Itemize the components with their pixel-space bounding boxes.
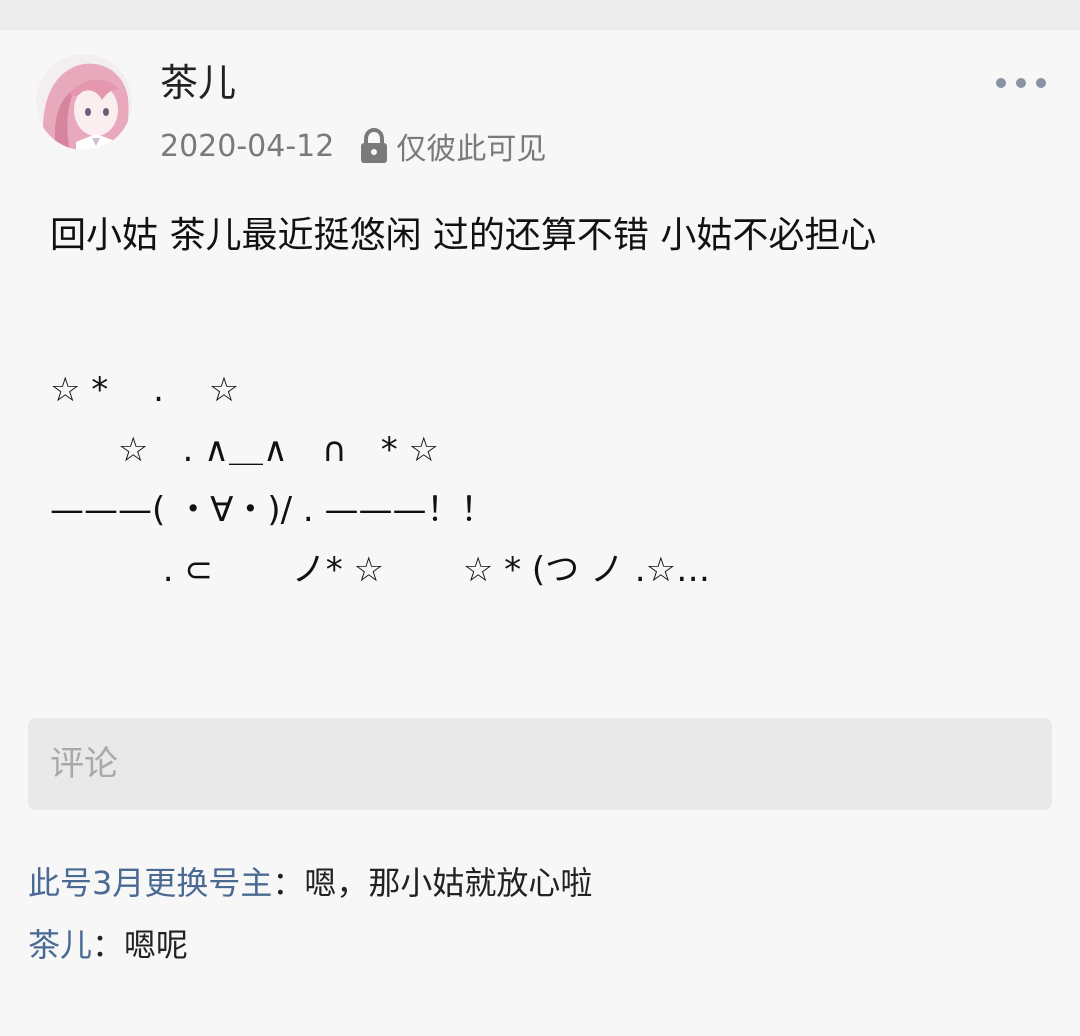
comment-item[interactable]: 此号3月更换号主：嗯，那小姑就放心啦 (28, 852, 1052, 914)
post-kaomoji: ☆ * . ☆ ☆ . ∧＿∧ ∩ * ☆ ———( ・∀・)/ . ———！！ … (50, 360, 710, 600)
top-strip (0, 0, 1080, 30)
more-dot (1036, 78, 1046, 88)
post-date: 2020-04-12 (160, 128, 335, 164)
kaomoji-line: ☆ * . ☆ (50, 370, 240, 410)
kaomoji-line: . ⊂ ノ* ☆ ☆ * (つ ノ .☆… (50, 550, 711, 590)
comment-item[interactable]: 茶儿：嗯呢 (28, 914, 1052, 976)
comment-separator: ： (92, 926, 125, 964)
comment-list: 此号3月更换号主：嗯，那小姑就放心啦 茶儿：嗯呢 (28, 852, 1052, 976)
kaomoji-line: ☆ . ∧＿∧ ∩ * ☆ (50, 430, 440, 470)
kaomoji-line: ———( ・∀・)/ . ———！！ (50, 490, 495, 530)
more-dot (1016, 78, 1026, 88)
more-icon[interactable] (996, 70, 1046, 96)
comment-text: 嗯呢 (124, 926, 189, 964)
comment-input[interactable]: 评论 (28, 718, 1052, 810)
post-meta: 2020-04-12 仅彼此可见 (160, 126, 547, 167)
lock-icon (358, 127, 390, 164)
comment-placeholder: 评论 (50, 744, 118, 784)
comment-text: 嗯，那小姑就放心啦 (304, 864, 593, 902)
visibility-label: 仅彼此可见 (396, 132, 547, 167)
comment-author[interactable]: 此号3月更换号主 (28, 864, 272, 902)
post-text: 回小姑 茶儿最近挺悠闲 过的还算不错 小姑不必担心 (50, 215, 877, 256)
avatar[interactable] (36, 54, 132, 150)
more-dot (996, 78, 1006, 88)
comment-author[interactable]: 茶儿 (28, 926, 92, 964)
comment-separator: ： (272, 864, 305, 902)
post-author[interactable]: 茶儿 (160, 58, 236, 108)
